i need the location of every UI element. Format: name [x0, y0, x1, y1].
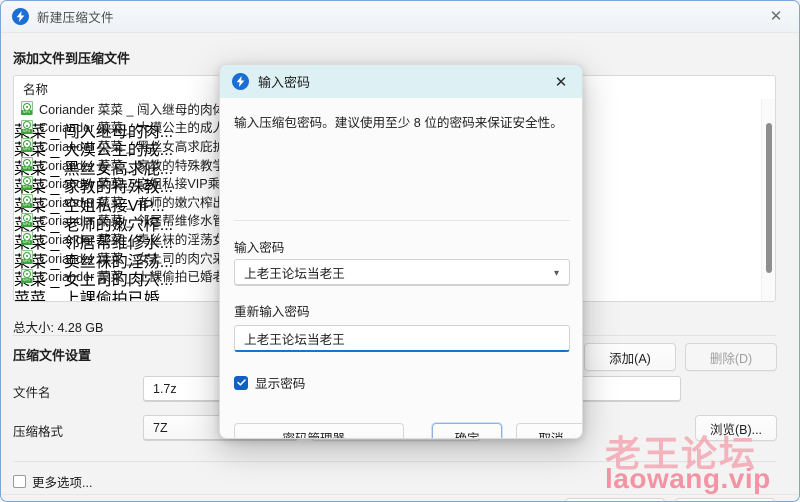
- dialog-close-icon[interactable]: ✕: [550, 72, 572, 92]
- chevron-down-icon[interactable]: ▾: [554, 268, 559, 279]
- password-label: 输入密码: [234, 241, 285, 255]
- file-name: Coriander 菜菜 _ 老师的嫩穴榨出: [39, 195, 226, 210]
- password-manager-button[interactable]: 密码管理器...: [234, 423, 404, 438]
- checkbox-checked-icon: [234, 375, 248, 390]
- show-password-checkbox[interactable]: 显示密码: [234, 373, 305, 392]
- file-name: Coriander 菜菜 _ 上課偷拍已婚老: [39, 270, 226, 285]
- mp4-file-icon: MP4: [21, 175, 33, 190]
- start-button[interactable]: 开始(S): [565, 498, 665, 501]
- settings-heading: 压缩文件设置: [13, 348, 92, 363]
- close-icon[interactable]: ✕: [753, 1, 799, 31]
- format-label: 压缩格式: [13, 425, 64, 439]
- more-options-checkbox[interactable]: 更多选项...: [13, 472, 92, 491]
- file-name: Coriander 菜菜 _ 邻居帮维修水管: [39, 214, 226, 229]
- scrollbar-thumb[interactable]: [766, 123, 772, 273]
- mp4-file-icon: MP4: [21, 250, 33, 265]
- compress-bolt-icon: [232, 73, 249, 90]
- mp4-file-icon: MP4: [21, 119, 33, 134]
- file-name: Coriander 菜菜 _ 空姐私接VIP乘客: [39, 177, 233, 192]
- divider-2: [13, 461, 776, 462]
- dialog-body: 输入压缩包密码。建议使用至少 8 位的密码来保证安全性。 输入密码 上老王论坛当…: [220, 98, 582, 438]
- checkbox-box: [13, 475, 26, 488]
- total-size-label: 总大小: 4.28 GB: [13, 321, 104, 335]
- mp4-file-icon: MP4: [21, 212, 33, 227]
- window-title: 新建压缩文件: [37, 11, 114, 25]
- mp4-file-icon: MP4: [21, 157, 33, 172]
- confirm-password-label: 重新输入密码: [234, 305, 310, 319]
- divider-3: [1, 494, 799, 495]
- file-name: Coriander 菜菜 _ 闯入继母的肉体: [39, 102, 226, 117]
- section-heading: 添加文件到压缩文件: [13, 51, 131, 66]
- file-name: Coriander 菜菜 _ 卖丝袜的淫荡女: [39, 232, 226, 247]
- password-dialog: 输入密码 ✕ 输入压缩包密码。建议使用至少 8 位的密码来保证安全性。 输入密码…: [219, 64, 583, 439]
- file-list-scrollbar[interactable]: [761, 99, 775, 301]
- dialog-cancel-button[interactable]: 取消: [516, 423, 582, 438]
- file-name: Coriander 菜菜 _ 黑丝女高求庇护: [39, 139, 226, 154]
- mp4-file-icon: MP4: [21, 194, 33, 209]
- show-password-label: 显示密码: [255, 377, 306, 391]
- browse-button[interactable]: 浏览(B)...: [695, 415, 777, 441]
- dialog-titlebar: 输入密码 ✕: [220, 65, 582, 98]
- add-button[interactable]: 添加(A): [584, 343, 676, 371]
- file-name: Coriander 菜菜 _ 大漠公主的成人: [39, 121, 226, 136]
- mp4-file-icon: MP4: [21, 101, 33, 116]
- column-header-name: 名称: [23, 83, 49, 97]
- more-options-label: 更多选项...: [32, 476, 93, 490]
- dialog-divider: [234, 220, 570, 221]
- confirm-password-input[interactable]: 上老王论坛当老王: [234, 325, 570, 352]
- dialog-description: 输入压缩包密码。建议使用至少 8 位的密码来保证安全性。: [234, 116, 563, 130]
- file-name: Coriander 菜菜 _ 女上司的肉穴采: [39, 251, 226, 266]
- password-input[interactable]: 上老王论坛当老王 ▾: [234, 259, 570, 286]
- password-input-value: 上老王论坛当老王: [244, 267, 345, 281]
- compress-bolt-icon: [12, 8, 29, 25]
- cancel-button[interactable]: 取消: [675, 498, 775, 501]
- window-titlebar: 新建压缩文件 ✕: [1, 1, 799, 33]
- file-name-truncated: 菜菜 _ 上課偷拍已婚...: [14, 290, 174, 302]
- file-name: Coriander 菜菜 _ 家教的特殊教学: [39, 158, 226, 173]
- mp4-file-icon: MP4: [21, 138, 33, 153]
- filename-label: 文件名: [13, 386, 51, 400]
- mp4-file-icon: MP4: [21, 231, 33, 246]
- mp4-file-icon: MP4: [21, 268, 33, 283]
- new-archive-window: 新建压缩文件 ✕ 添加文件到压缩文件 名称 MP4 Coriander 菜菜 _ …: [0, 0, 800, 502]
- format-select-value: 7Z: [153, 421, 168, 435]
- ok-button[interactable]: 确定: [432, 423, 502, 438]
- delete-button[interactable]: 删除(D): [685, 343, 777, 371]
- dialog-title: 输入密码: [258, 75, 311, 90]
